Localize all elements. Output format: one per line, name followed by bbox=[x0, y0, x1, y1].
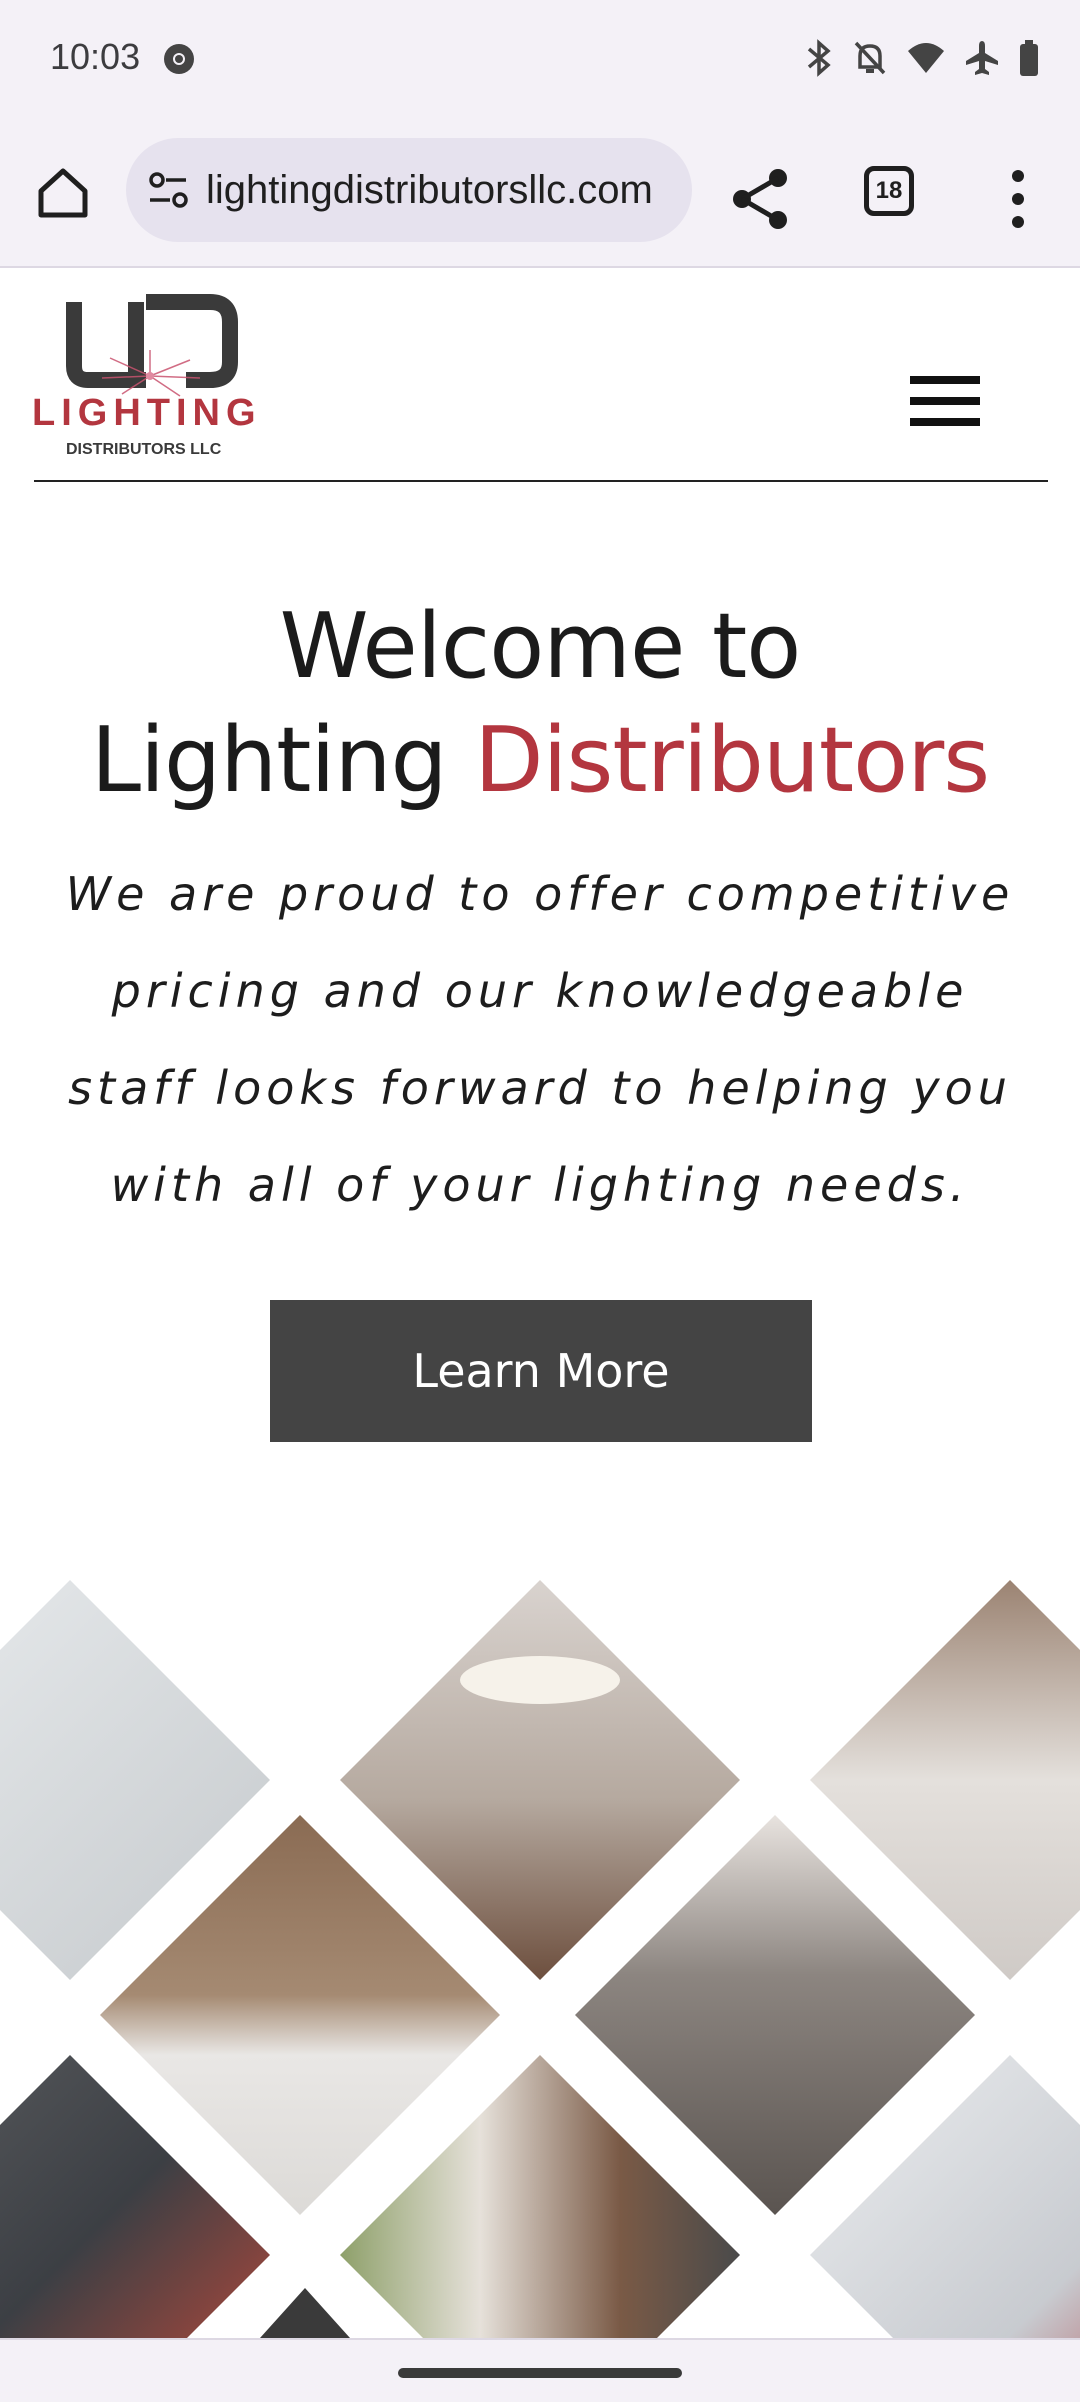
logo-sub-text: DISTRIBUTORS LLC bbox=[66, 441, 222, 458]
hero-title-accent: Distributors bbox=[474, 708, 990, 813]
site-header: LIGHTING DISTRIBUTORS LLC bbox=[0, 268, 1080, 484]
bluetooth-icon bbox=[807, 39, 831, 77]
address-bar[interactable]: lightingdistributorsllc.com bbox=[126, 138, 692, 242]
learn-more-button[interactable]: Learn More bbox=[270, 1300, 812, 1442]
hamburger-line bbox=[910, 418, 980, 426]
home-icon bbox=[38, 168, 88, 218]
wifi-icon bbox=[908, 43, 944, 73]
hero-subtitle: We are proud to offer competitive pricin… bbox=[65, 867, 1015, 1212]
home-button[interactable] bbox=[30, 160, 96, 226]
site-logo[interactable]: LIGHTING DISTRIBUTORS LLC bbox=[30, 288, 280, 463]
overflow-menu-icon[interactable] bbox=[1000, 164, 1036, 234]
browser-toolbar: lightingdistributorsllc.com 18 bbox=[0, 120, 1080, 268]
hero-title-plain: Lighting bbox=[90, 708, 448, 813]
navigation-bar bbox=[0, 2338, 1080, 2402]
hamburger-menu-button[interactable] bbox=[910, 376, 980, 438]
chrome-icon bbox=[164, 44, 194, 74]
hero-title: Welcome to Lighting Distributors bbox=[0, 590, 1080, 818]
header-divider bbox=[34, 480, 1048, 482]
logo-brand-text: LIGHTING bbox=[32, 392, 262, 434]
hamburger-line bbox=[910, 376, 980, 384]
hero-title-line1: Welcome to bbox=[279, 594, 802, 699]
battery-icon bbox=[1020, 40, 1038, 76]
site-settings-icon[interactable] bbox=[146, 168, 192, 214]
status-bar: 10:03 bbox=[0, 0, 1080, 120]
hamburger-line bbox=[910, 397, 980, 405]
url-text[interactable]: lightingdistributorsllc.com bbox=[206, 168, 676, 213]
bell-off-icon bbox=[854, 41, 886, 75]
status-time: 10:03 bbox=[50, 36, 141, 77]
ceiling-light-fixture bbox=[460, 1656, 620, 1704]
gesture-handle[interactable] bbox=[398, 2368, 682, 2378]
airplane-icon bbox=[966, 41, 998, 75]
status-icons bbox=[804, 38, 1040, 78]
tab-switcher-button[interactable]: 18 bbox=[864, 166, 914, 216]
gallery-collage bbox=[0, 1570, 1080, 2338]
hero-title-line2: Lighting Distributors bbox=[0, 704, 1080, 818]
share-icon[interactable] bbox=[726, 164, 796, 234]
